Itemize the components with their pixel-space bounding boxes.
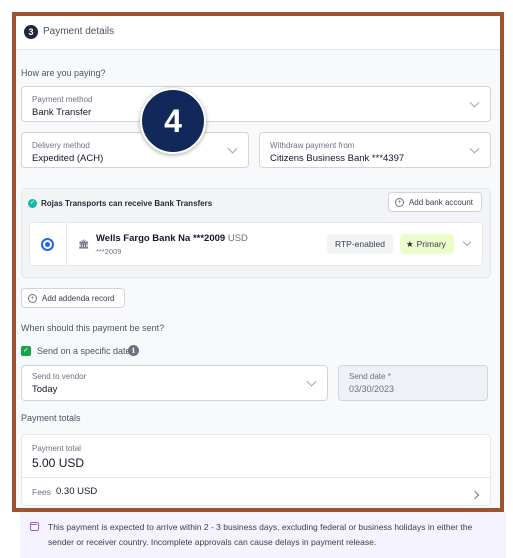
send-to-vendor-select[interactable]: Send to vendor Today	[21, 365, 328, 401]
star-icon: ★	[406, 239, 414, 249]
withdraw-from-label: Withdraw payment from	[270, 141, 355, 150]
payment-method-label: Payment method	[32, 95, 93, 104]
plus-circle-icon: +	[28, 293, 37, 303]
send-date-label: Send date *	[349, 372, 391, 381]
delivery-method-select[interactable]: Delivery method Expedited (ACH)	[21, 132, 249, 168]
payment-total-value: 5.00 USD	[32, 456, 85, 470]
add-bank-account-label: Add bank account	[408, 197, 473, 207]
payment-totals-heading: Payment totals	[21, 413, 81, 423]
bank-currency: USD	[227, 233, 248, 244]
send-to-vendor-value: Today	[32, 384, 58, 395]
withdraw-from-select[interactable]: Withdraw payment from Citizens Business …	[259, 132, 491, 168]
primary-badge-label: Primary	[416, 239, 446, 249]
specific-date-checkbox[interactable]: ✓	[21, 346, 31, 356]
section-title: Payment details	[43, 26, 115, 37]
bank-account-row[interactable]: 🏛 Wells Fargo Bank Na ***2009 USD ***200…	[29, 222, 483, 266]
account-radio[interactable]	[41, 238, 54, 251]
totals-divider	[22, 477, 490, 478]
delivery-method-label: Delivery method	[32, 141, 90, 150]
send-to-vendor-label: Send to vendor	[32, 372, 87, 381]
chevron-down-icon	[227, 143, 238, 154]
expand-chevron-icon[interactable]	[462, 237, 472, 247]
send-date-field[interactable]: Send date * 03/30/2023	[338, 365, 488, 401]
bank-account-name: Wells Fargo Bank Na ***2009 USD	[96, 233, 248, 244]
payment-total-label: Payment total	[32, 444, 81, 453]
bank-icon: 🏛	[78, 239, 90, 249]
paying-question: How are you paying?	[21, 68, 106, 78]
check-circle-icon: ✓	[28, 199, 37, 208]
add-addenda-button[interactable]: + Add addenda record	[21, 288, 125, 308]
primary-badge: ★ Primary	[400, 234, 454, 254]
payment-method-value: Bank Transfer	[32, 107, 92, 118]
bank-name-text: Wells Fargo Bank Na ***2009	[96, 233, 226, 244]
chevron-right-icon[interactable]	[470, 490, 480, 500]
schedule-question: When should this payment be sent?	[21, 323, 165, 333]
page: 3 Payment details How are you paying? Pa…	[0, 0, 513, 558]
row-divider	[66, 223, 67, 265]
step-number-badge: 3	[24, 25, 38, 39]
chevron-down-icon	[306, 376, 317, 387]
calendar-icon	[30, 522, 39, 531]
arrival-notice: This payment is expected to arrive withi…	[20, 512, 506, 558]
bank-accounts-box: ✓ Rojas Transports can receive Bank Tran…	[21, 188, 491, 278]
receive-notice: Rojas Transports can receive Bank Transf…	[41, 199, 213, 208]
plus-circle-icon: +	[394, 197, 404, 207]
arrival-notice-text: This payment is expected to arrive withi…	[48, 522, 473, 547]
delivery-method-value: Expedited (ACH)	[32, 153, 104, 164]
specific-date-label: Send on a specific date	[37, 346, 131, 356]
info-icon[interactable]: i	[128, 345, 139, 356]
fees-label: Fees	[32, 487, 51, 497]
bank-account-number: ***2009	[96, 247, 122, 256]
add-bank-account-button[interactable]: + Add bank account	[387, 192, 482, 212]
chevron-down-icon	[469, 143, 480, 154]
send-date-value: 03/30/2023	[349, 384, 395, 394]
step-callout-badge: 4	[140, 88, 206, 154]
section-header: 3 Payment details	[16, 16, 500, 50]
withdraw-from-value: Citizens Business Bank ***4397	[270, 153, 405, 164]
payment-details-panel: 3 Payment details How are you paying? Pa…	[12, 12, 504, 512]
add-addenda-label: Add addenda record	[42, 293, 115, 303]
payment-totals-box: Payment total 5.00 USD Fees 0.30 USD	[21, 434, 491, 506]
rtp-enabled-badge: RTP-enabled	[327, 234, 393, 254]
chevron-down-icon	[469, 97, 480, 108]
fees-value: 0.30 USD	[56, 486, 98, 497]
payment-method-select[interactable]: Payment method Bank Transfer	[21, 86, 491, 122]
